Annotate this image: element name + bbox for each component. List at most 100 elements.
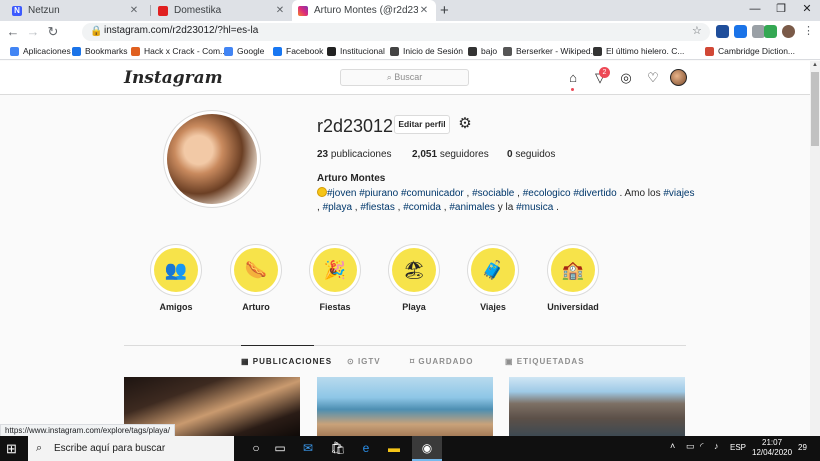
tab-domestika[interactable]: Domestika ✕ xyxy=(152,0,292,21)
settings-gear-icon[interactable]: ⚙ xyxy=(457,116,473,132)
hashtag-link[interactable]: #joven xyxy=(327,188,356,199)
extension-icon[interactable] xyxy=(734,25,747,38)
circle-icon[interactable]: ○ xyxy=(246,439,266,458)
active-tab-indicator xyxy=(241,345,314,346)
following-count-label: seguidos xyxy=(515,149,556,160)
lock-icon[interactable]: 🔒 xyxy=(90,26,102,37)
action-center-notifications[interactable]: 29 xyxy=(798,443,807,452)
taskbar-clock[interactable]: 21:07 12/04/2020 xyxy=(752,438,792,458)
story-highlight-fiestas[interactable]: 🎉 Fiestas xyxy=(308,244,362,312)
followers-count-value: 2,051 xyxy=(412,149,438,160)
tab-etiquetadas[interactable]: ▣ ETIQUETADAS xyxy=(505,357,585,366)
bookmark-label: bajo xyxy=(481,46,498,56)
instagram-logo[interactable]: Instagram xyxy=(124,68,223,88)
tab-close-icon[interactable]: ✕ xyxy=(418,5,430,16)
story-highlight-viajes[interactable]: 🧳 Viajes xyxy=(466,244,520,312)
language-indicator[interactable]: ESP xyxy=(730,443,746,452)
edit-profile-button[interactable]: Editar perfil xyxy=(394,115,450,134)
scroll-up-arrow-icon[interactable]: ▲ xyxy=(810,62,820,71)
hashtag-link[interactable]: #sociable xyxy=(472,188,514,199)
highlight-label: Fiestas xyxy=(319,302,351,312)
bookmark-item[interactable]: Hack x Crack - Com... xyxy=(131,44,227,58)
bookmark-item[interactable]: El último hielero. C... xyxy=(593,44,684,58)
bookmark-item[interactable]: Google xyxy=(224,44,264,58)
tab-instagram-active[interactable]: Arturo Montes (@r2d23012) • Fo ✕ xyxy=(292,0,436,21)
bookmark-label: El último hielero. C... xyxy=(606,46,685,56)
reload-icon[interactable]: ↻ xyxy=(44,21,62,43)
tab-publicaciones[interactable]: ▦ PUBLICACIONES xyxy=(241,357,332,366)
bookmark-item[interactable]: Inicio de Sesión xyxy=(390,44,463,58)
minimize-button[interactable]: — xyxy=(742,0,768,18)
file-explorer-icon[interactable]: ▬ xyxy=(384,439,404,458)
following-count[interactable]: 0 seguidos xyxy=(507,149,555,160)
maximize-button[interactable]: ❐ xyxy=(768,0,794,18)
hashtag-link[interactable]: #comunicador xyxy=(401,188,464,199)
bookmark-label: Bookmarks xyxy=(85,46,128,56)
post-thumbnail[interactable] xyxy=(509,377,685,436)
tab-close-icon[interactable]: ✕ xyxy=(128,5,140,16)
tab-netzun[interactable]: N Netzun ✕ xyxy=(6,0,146,21)
hashtag-link[interactable]: #playa xyxy=(323,202,352,213)
bookmark-item[interactable]: Facebook xyxy=(273,44,323,58)
taskbar-search-box[interactable]: Escribe aquí para buscar xyxy=(28,436,234,461)
back-arrow-icon[interactable]: ← xyxy=(4,21,22,43)
menu-kebab-icon[interactable]: ⋮ xyxy=(803,24,814,37)
extension-icon[interactable] xyxy=(764,25,777,38)
tray-chevron-icon[interactable]: ˄ xyxy=(670,441,675,451)
hashtag-link[interactable]: #fiestas xyxy=(360,202,394,213)
mail-icon[interactable]: ✉ xyxy=(298,439,318,458)
home-icon[interactable]: ⌂ xyxy=(565,70,581,86)
bookmark-star-icon[interactable]: ☆ xyxy=(692,24,702,37)
new-tab-button[interactable]: + xyxy=(440,2,449,19)
bookmark-item[interactable]: Institucional xyxy=(327,44,385,58)
highlight-ring: 👥 xyxy=(150,244,202,296)
bookmark-item[interactable]: Cambridge Diction... xyxy=(705,44,795,58)
store-icon[interactable]: 🛍 xyxy=(328,439,348,458)
hashtag-link[interactable]: #divertido xyxy=(573,188,616,199)
activity-heart-icon[interactable]: ♡ xyxy=(645,70,661,86)
hashtag-link[interactable]: #piurano xyxy=(359,188,398,199)
close-window-button[interactable]: ✕ xyxy=(794,0,820,18)
tab-igtv[interactable]: ⊙ IGTV xyxy=(347,357,381,366)
tab-close-icon[interactable]: ✕ xyxy=(274,5,286,16)
forward-arrow-icon[interactable]: → xyxy=(24,21,42,43)
story-highlight-arturo[interactable]: 🌭 Arturo xyxy=(229,244,283,312)
bookmark-item[interactable]: Aplicaciones xyxy=(10,44,71,58)
hashtag-link[interactable]: #musica xyxy=(516,202,553,213)
tab-guardado[interactable]: ⌑ GUARDADO xyxy=(410,357,473,366)
bookmark-label: Cambridge Diction... xyxy=(718,46,796,56)
edge-icon[interactable]: e xyxy=(356,439,376,458)
chrome-icon[interactable]: ◉ xyxy=(417,439,437,458)
hashtag-link[interactable]: #animales xyxy=(449,202,495,213)
hashtag-link[interactable]: #viajes xyxy=(663,188,694,199)
posts-count[interactable]: 23 publicaciones xyxy=(317,149,392,160)
battery-icon[interactable]: ▭ xyxy=(686,441,695,452)
bookmark-item[interactable]: Bookmarks xyxy=(72,44,128,58)
volume-icon[interactable]: ♪ xyxy=(714,441,719,451)
profile-avatar[interactable] xyxy=(167,114,257,204)
bookmark-label: Google xyxy=(237,46,265,56)
wifi-icon[interactable]: ◜ xyxy=(700,441,704,452)
profile-avatar-icon[interactable] xyxy=(782,25,795,38)
url-text[interactable]: instagram.com/r2d23012/?hl=es-la xyxy=(104,25,258,36)
header-profile-avatar[interactable] xyxy=(670,69,687,86)
profile-username: r2d23012 xyxy=(317,116,394,136)
scrollbar-thumb[interactable] xyxy=(811,72,819,146)
windows-start-icon[interactable]: ⊞ xyxy=(6,441,17,457)
bio-text: y la xyxy=(494,202,517,213)
extension-icon[interactable] xyxy=(716,25,729,38)
story-highlight-universidad[interactable]: 🏫 Universidad xyxy=(546,244,600,312)
followers-count[interactable]: 2,051 seguidores xyxy=(412,149,489,160)
story-highlight-amigos[interactable]: 👥 Amigos xyxy=(149,244,203,312)
highlight-label: Playa xyxy=(402,302,426,312)
hashtag-link[interactable]: #ecologico xyxy=(523,188,571,199)
search-input[interactable]: ⌕ Buscar xyxy=(340,69,469,86)
post-thumbnail[interactable] xyxy=(317,377,493,436)
hashtag-link[interactable]: #comida xyxy=(403,202,441,213)
task-view-icon[interactable]: ▭ xyxy=(270,439,290,458)
explore-compass-icon[interactable]: ◎ xyxy=(618,70,634,86)
bookmark-favicon-icon xyxy=(131,46,140,56)
story-highlight-playa[interactable]: 🏖 Playa xyxy=(387,244,441,312)
bookmark-item[interactable]: bajo xyxy=(468,44,497,58)
bookmark-item[interactable]: Berserker - Wikiped... xyxy=(503,44,598,58)
